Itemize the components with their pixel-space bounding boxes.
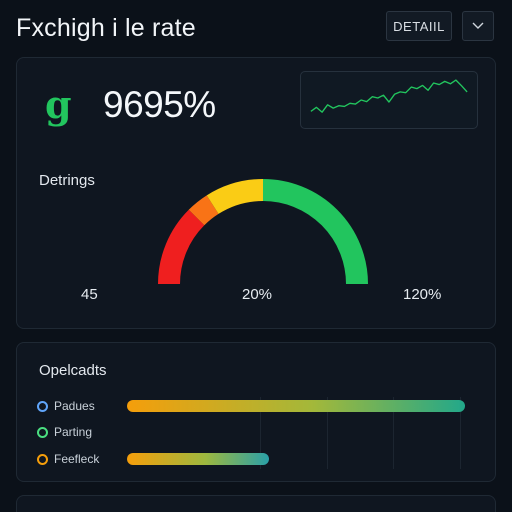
gauge-segment [188, 195, 219, 226]
operations-label: Opelcadts [39, 362, 107, 379]
legend-item[interactable]: Parting [37, 424, 92, 440]
gauge [155, 162, 371, 298]
progress-bar [127, 400, 465, 412]
legend-label: Padues [54, 399, 95, 413]
sparkline-line [310, 79, 468, 113]
legend-dot-icon [37, 426, 48, 438]
detail-button[interactable]: DETAIIL [386, 11, 452, 41]
gauge-mid-label: 20% [242, 286, 273, 303]
legend-dot-icon [37, 453, 48, 465]
legend-item[interactable]: Feefleck [37, 451, 99, 467]
next-card [16, 495, 496, 512]
gauge-max-label: 120% [403, 286, 442, 303]
currency-g-icon: g [45, 82, 72, 127]
page-title: Fxchigh i le rate [16, 14, 196, 42]
gauge-segment [206, 179, 264, 215]
gauge-segment [158, 209, 205, 285]
progress-bar [127, 453, 269, 465]
gauge-segment [262, 179, 368, 285]
rate-value: 9695% [103, 84, 216, 125]
operations-card: Opelcadts Padues Parting Feefleck [16, 342, 496, 482]
rate-card: g 9695% Detrings 45 20% 120% [16, 57, 496, 329]
gauge-label: Detrings [39, 172, 95, 189]
header: Fxchigh i le rate DETAIIL [16, 10, 496, 44]
chevron-down-icon [472, 22, 484, 29]
legend-label: Feefleck [54, 452, 100, 466]
legend-item[interactable]: Padues [37, 398, 95, 414]
gauge-svg [158, 179, 368, 285]
sparkline-svg [310, 79, 468, 113]
gauge-min-label: 45 [81, 286, 98, 303]
sparkline-chart[interactable] [300, 71, 478, 129]
legend-label: Parting [54, 425, 93, 439]
dropdown-button[interactable] [462, 11, 494, 41]
legend-dot-icon [37, 400, 48, 412]
